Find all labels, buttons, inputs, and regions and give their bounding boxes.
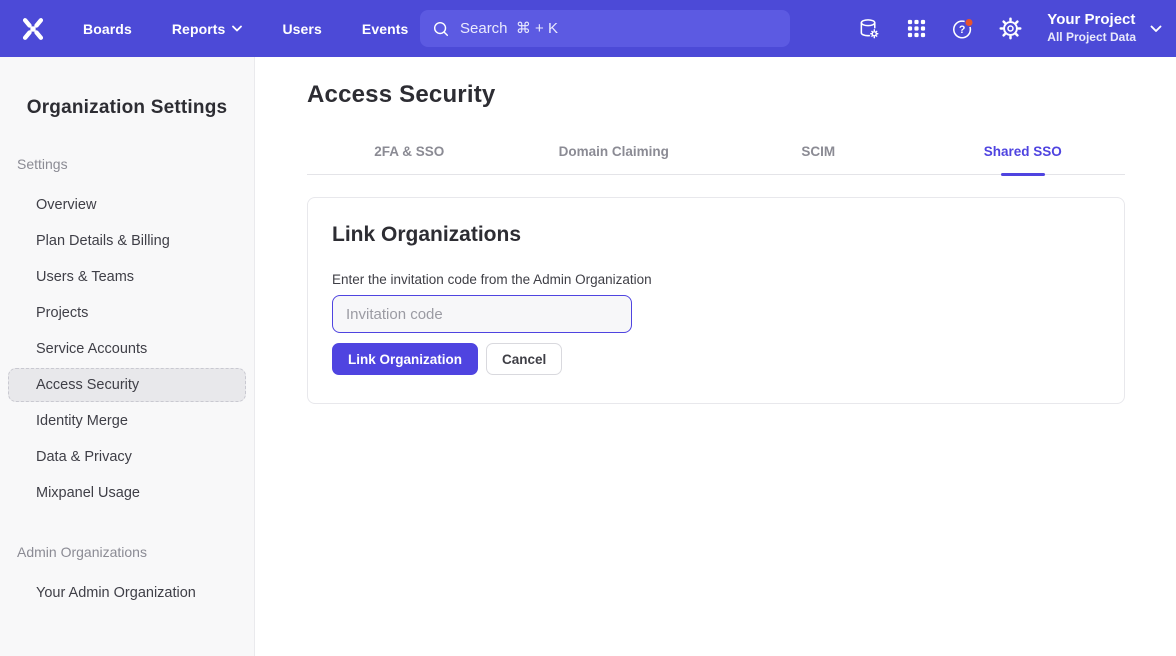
search-icon: [432, 20, 450, 38]
tab-2fa-sso[interactable]: 2FA & SSO: [307, 131, 512, 174]
sidebar-section-settings-label: Settings: [17, 156, 254, 172]
svg-text:?: ?: [959, 24, 965, 36]
link-organizations-card: Link Organizations Enter the invitation …: [307, 197, 1125, 404]
project-selector[interactable]: Your Project All Project Data: [1047, 11, 1162, 45]
tab-shared-sso[interactable]: Shared SSO: [921, 131, 1126, 174]
nav-item-label: Users: [282, 21, 321, 37]
chevron-down-icon: [232, 25, 242, 32]
sidebar-item-mixpanel-usage[interactable]: Mixpanel Usage: [8, 476, 246, 510]
nav-item-label: Boards: [83, 21, 132, 37]
invitation-code-label: Enter the invitation code from the Admin…: [332, 272, 1100, 287]
org-settings-sidebar: Organization Settings Settings Overview …: [0, 57, 255, 656]
nav-item-boards[interactable]: Boards: [83, 21, 132, 37]
sidebar-item-identity-merge[interactable]: Identity Merge: [8, 404, 246, 438]
invitation-code-input[interactable]: [332, 295, 632, 333]
global-search[interactable]: [420, 10, 790, 47]
card-title: Link Organizations: [332, 223, 1100, 247]
nav-item-label: Reports: [172, 21, 226, 37]
search-input[interactable]: [460, 20, 778, 37]
access-security-tabs: 2FA & SSO Domain Claiming SCIM Shared SS…: [307, 131, 1125, 175]
sidebar-item-your-admin-organization[interactable]: Your Admin Organization: [8, 576, 246, 610]
notification-dot: [965, 18, 973, 26]
apps-grid-icon[interactable]: [904, 17, 928, 41]
project-name: Your Project: [1047, 11, 1136, 30]
tab-scim[interactable]: SCIM: [716, 131, 921, 174]
page-title: Access Security: [307, 81, 1125, 109]
sidebar-item-access-security[interactable]: Access Security: [8, 368, 246, 402]
sidebar-item-overview[interactable]: Overview: [8, 188, 246, 222]
sidebar-title: Organization Settings: [0, 97, 254, 119]
top-navigation-bar: Boards Reports Users Events: [0, 0, 1176, 57]
settings-item-list: Overview Plan Details & Billing Users & …: [0, 188, 254, 510]
primary-nav-links: Boards Reports Users Events: [83, 21, 408, 37]
link-organization-button[interactable]: Link Organization: [332, 343, 478, 375]
sidebar-item-service-accounts[interactable]: Service Accounts: [8, 332, 246, 366]
project-selector-text: Your Project All Project Data: [1047, 11, 1136, 45]
sidebar-item-plan-details-billing[interactable]: Plan Details & Billing: [8, 224, 246, 258]
main-content: Access Security 2FA & SSO Domain Claimin…: [255, 57, 1176, 656]
nav-item-label: Events: [362, 21, 409, 37]
sidebar-item-projects[interactable]: Projects: [8, 296, 246, 330]
sidebar-section-admin-orgs-label: Admin Organizations: [17, 544, 254, 560]
help-icon[interactable]: ?: [951, 17, 975, 41]
settings-gear-icon[interactable]: [998, 17, 1022, 41]
sidebar-item-users-teams[interactable]: Users & Teams: [8, 260, 246, 294]
mixpanel-logo[interactable]: [18, 14, 48, 44]
project-scope: All Project Data: [1047, 30, 1136, 46]
data-management-icon[interactable]: [857, 17, 881, 41]
chevron-down-icon: [1150, 25, 1162, 33]
cancel-button[interactable]: Cancel: [486, 343, 562, 375]
nav-item-reports[interactable]: Reports: [172, 21, 243, 37]
nav-right-cluster: ? Your Proj: [857, 0, 1162, 57]
admin-orgs-item-list: Your Admin Organization: [0, 576, 254, 610]
tab-domain-claiming[interactable]: Domain Claiming: [512, 131, 717, 174]
nav-item-users[interactable]: Users: [282, 21, 321, 37]
sidebar-item-data-privacy[interactable]: Data & Privacy: [8, 440, 246, 474]
nav-item-events[interactable]: Events: [362, 21, 409, 37]
card-button-row: Link Organization Cancel: [332, 343, 1100, 375]
